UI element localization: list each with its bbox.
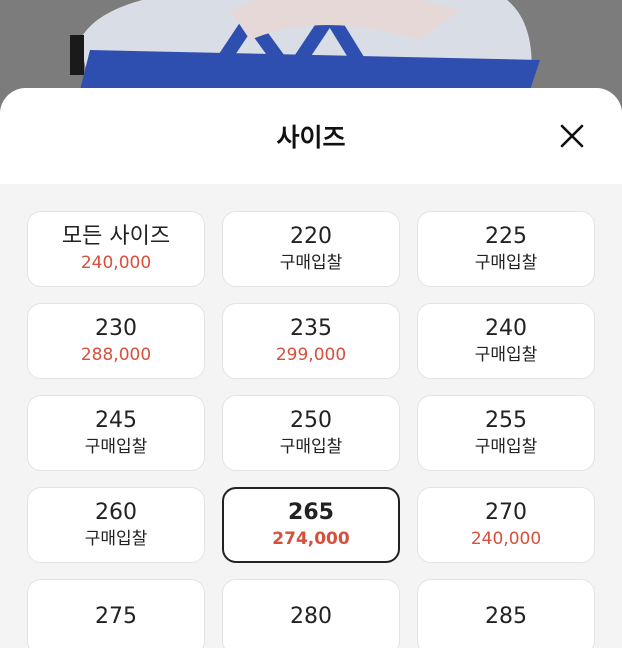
- close-icon: [560, 124, 584, 148]
- size-label: 220: [290, 224, 332, 249]
- size-label: 260: [95, 500, 137, 525]
- size-bid-label: 구매입찰: [279, 253, 343, 273]
- size-option[interactable]: 235 299,000: [222, 303, 400, 379]
- size-label: 270: [485, 500, 527, 525]
- size-option[interactable]: 230 288,000: [27, 303, 205, 379]
- size-option[interactable]: 220 구매입찰: [222, 211, 400, 287]
- size-price: 299,000: [275, 345, 347, 365]
- size-label: 265: [288, 500, 334, 525]
- size-bid-label: 구매입찰: [474, 345, 538, 365]
- sheet-title: 사이즈: [276, 123, 346, 152]
- size-label: 250: [290, 408, 332, 433]
- size-option[interactable]: 255 구매입찰: [417, 395, 595, 471]
- size-bid-label: 구매입찰: [279, 437, 343, 457]
- size-label: 225: [485, 224, 527, 249]
- size-label: 240: [485, 316, 527, 341]
- size-grid: 모든 사이즈 240,000 220 구매입찰 225 구매입찰 230 288,000 235…: [27, 211, 595, 648]
- close-button[interactable]: [558, 122, 586, 150]
- size-label: 245: [95, 408, 137, 433]
- size-option[interactable]: 245 구매입찰: [27, 395, 205, 471]
- size-option[interactable]: 260 구매입찰: [27, 487, 205, 563]
- size-option[interactable]: 275: [27, 579, 205, 648]
- size-label: 285: [485, 604, 527, 629]
- size-option[interactable]: 265 274,000: [222, 487, 400, 563]
- size-option[interactable]: 모든 사이즈 240,000: [27, 211, 205, 287]
- size-label: 280: [290, 604, 332, 629]
- size-option[interactable]: 285: [417, 579, 595, 648]
- size-bid-label: 구매입찰: [474, 437, 538, 457]
- size-bid-label: 구매입찰: [84, 529, 148, 549]
- size-bid-label: 구매입찰: [474, 253, 538, 273]
- size-selector-sheet: 사이즈 모든 사이즈 240,000 220 구매입찰 225 구매입찰 230 288,00…: [0, 88, 622, 648]
- size-option[interactable]: 270 240,000: [417, 487, 595, 563]
- size-option[interactable]: 240 구매입찰: [417, 303, 595, 379]
- size-price: 288,000: [80, 345, 152, 365]
- size-option[interactable]: 225 구매입찰: [417, 211, 595, 287]
- size-price: 240,000: [470, 529, 542, 549]
- size-price: 240,000: [80, 253, 152, 273]
- size-price: 274,000: [272, 529, 350, 549]
- size-label: 230: [95, 316, 137, 341]
- size-option[interactable]: 250 구매입찰: [222, 395, 400, 471]
- size-bid-label: 구매입찰: [84, 437, 148, 457]
- size-label: 255: [485, 408, 527, 433]
- size-option[interactable]: 280: [222, 579, 400, 648]
- size-label: 모든 사이즈: [61, 224, 171, 249]
- size-label: 275: [95, 604, 137, 629]
- size-label: 235: [290, 316, 332, 341]
- sheet-header: 사이즈: [0, 88, 622, 184]
